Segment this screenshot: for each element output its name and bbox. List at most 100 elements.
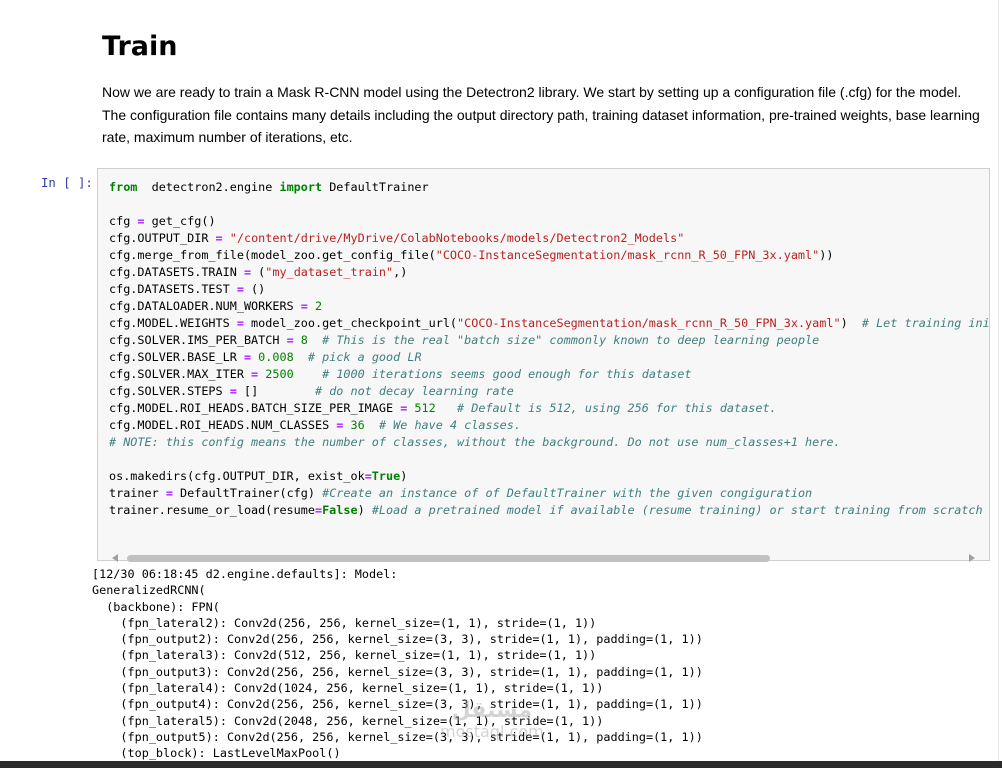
code-token: # We have 4 classes. [378,418,521,432]
code-line: cfg.SOLVER.IMS_PER_BATCH = 8 # This is t… [109,332,989,349]
code-token: 8 [300,333,308,347]
code-line: cfg.merge_from_file(model_zoo.get_config… [109,247,989,264]
code-token: cfg.MODEL.ROI_HEADS.NUM_CLASSES [109,418,337,432]
scroll-right-arrow-icon[interactable] [969,554,975,562]
code-token: = [229,384,237,398]
code-token: import [279,180,323,194]
code-token: ,) [393,265,408,279]
code-token: cfg.OUTPUT_DIR [109,231,216,245]
code-token: ( [251,265,266,279]
code-token: = [137,214,145,228]
code-token: # 1000 iterations seems good enough for … [322,367,692,381]
code-cell-editor[interactable]: from detectron2.engine import DefaultTra… [97,168,990,561]
code-line: cfg.MODEL.ROI_HEADS.BATCH_SIZE_PER_IMAGE… [109,400,989,417]
code-token: 512 [414,401,436,415]
code-token: detectron2.engine [137,180,280,194]
output-line: (fpn_lateral4): Conv2d(1024, 256, kernel… [92,681,604,696]
code-token: ) [840,316,862,330]
code-token: ) [357,503,372,517]
code-token: cfg.SOLVER.IMS_PER_BATCH [109,333,287,347]
code-token: = [236,316,244,330]
watermark-text: مستقل [451,698,533,723]
output-line: GeneralizedRCNN( [92,583,206,598]
code-line: trainer.resume_or_load(resume=False) #Lo… [109,502,989,519]
code-token: # Default is 512, using 256 for this dat… [457,401,777,415]
code-line: cfg.DATASETS.TRAIN = ("my_dataset_train"… [109,264,989,281]
watermark-url: mostaql.com [440,722,544,741]
code-token: from [109,180,138,194]
code-token: # pick a good LR [307,350,422,364]
code-token: = [243,350,252,364]
code-token: # NOTE: this config means the number of … [109,435,841,449]
code-token: )) [819,248,834,262]
code-line: # NOTE: this config means the number of … [109,434,989,451]
section-description: Now we are ready to train a Mask R-CNN m… [102,84,980,145]
output-line: (backbone): FPN( [92,599,220,614]
code-token: 2500 [265,367,294,381]
output-line: (fpn_output3): Conv2d(256, 256, kernel_s… [92,664,703,679]
output-line: (fpn_output2): Conv2d(256, 256, kernel_s… [92,632,703,647]
code-token: cfg.merge_from_file(model_zoo.get_config… [109,248,436,262]
code-line: cfg.SOLVER.STEPS = [] # do not decay lea… [109,383,989,400]
output-line: (top_block): LastLevelMaxPool() [92,746,341,761]
code-token: # This is the real "batch size" commonly… [322,333,820,347]
code-token: = [236,282,244,296]
code-token: # do not decay learning rate [315,384,514,398]
scroll-left-arrow-icon[interactable] [112,554,118,562]
code-token: cfg.DATASETS.TEST [109,282,237,296]
code-token: model_zoo.get_checkpoint_url( [243,316,458,330]
code-token: 2 [314,299,323,313]
code-line: cfg = get_cfg() [109,213,989,230]
code-line: from detectron2.engine import DefaultTra… [109,179,989,196]
cell-prompt: In [ ]: [41,176,93,190]
code-token: cfg.DATALOADER.NUM_WORKERS [109,299,301,313]
code-token: "/content/drive/MyDrive/ColabNotebooks/m… [229,231,685,245]
markdown-cell[interactable]: Train Now we are ready to train a Mask R… [102,29,982,149]
code-token: "COCO-InstanceSegmentation/mask_rcnn_R_5… [435,248,820,262]
code-token: True [371,469,401,483]
code-token: = [314,503,323,517]
output-line: (fpn_lateral3): Conv2d(512, 256, kernel_… [92,648,597,663]
code-line: cfg.OUTPUT_DIR = "/content/drive/MyDrive… [109,230,989,247]
code-block[interactable]: from detectron2.engine import DefaultTra… [109,179,990,519]
code-line: cfg.DATASETS.TEST = () [109,281,989,298]
code-token: cfg.MODEL.ROI_HEADS.BATCH_SIZE_PER_IMAGE [109,401,401,415]
code-line: os.makedirs(cfg.OUTPUT_DIR, exist_ok=Tru… [109,468,989,485]
watermark-logo: مستقل mostaql.com [440,700,544,740]
output-line: (fpn_lateral2): Conv2d(256, 256, kernel_… [92,615,597,630]
code-token: = [243,265,252,279]
code-token: = [215,231,223,245]
code-token: cfg [109,214,138,228]
output-line: (fpn_output4): Conv2d(256, 256, kernel_s… [92,697,703,712]
code-token: = [300,299,308,313]
code-token: = [364,469,372,483]
code-token: "my_dataset_train" [265,265,394,279]
code-token: # Let training initialize from model zoo [861,316,990,330]
code-line: cfg.MODEL.WEIGHTS = model_zoo.get_checkp… [109,315,990,332]
scrollbar-thumb[interactable] [127,555,770,562]
code-token: False [322,503,358,517]
code-token: DefaultTrainer(cfg) [172,486,323,500]
code-token: ) [400,469,408,483]
code-token: get_cfg() [144,214,216,228]
code-line: cfg.DATALOADER.NUM_WORKERS = 2 [109,298,989,315]
code-token: cfg.DATASETS.TRAIN [109,265,244,279]
code-token: [] [236,384,315,398]
code-token: cfg.SOLVER.STEPS [109,384,230,398]
code-token: #Create an instance of of DefaultTrainer… [322,486,813,500]
output-line: (fpn_lateral5): Conv2d(2048, 256, kernel… [92,713,604,728]
code-token: trainer [109,486,166,500]
output-line: [12/30 06:18:45 d2.engine.defaults]: Mod… [92,567,398,581]
output-line: (fpn_output5): Conv2d(256, 256, kernel_s… [92,729,703,744]
code-token: = [286,333,294,347]
cell-output: [12/30 06:18:45 d2.engine.defaults]: Mod… [92,566,703,762]
